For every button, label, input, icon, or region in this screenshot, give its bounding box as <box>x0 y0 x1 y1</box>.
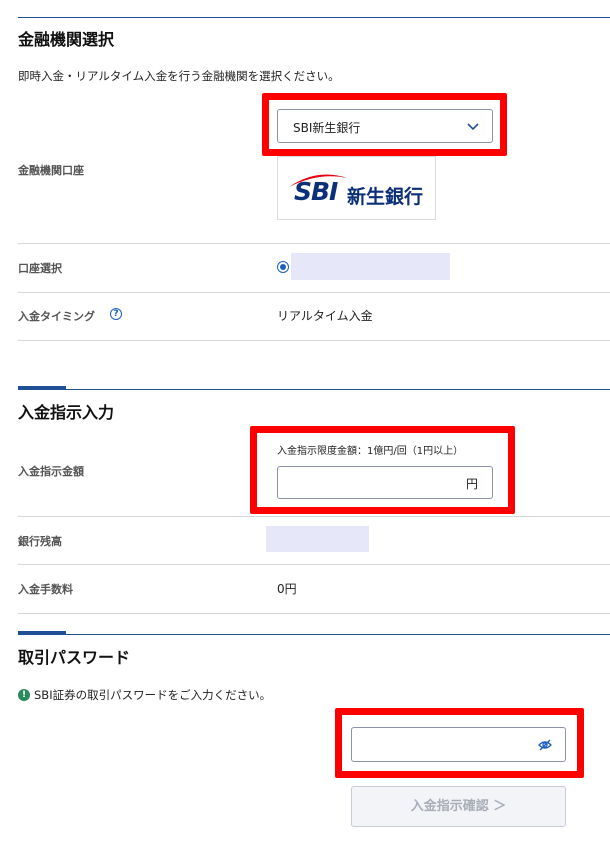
bank-logo: SBI 新生銀行 <box>277 156 436 220</box>
bank-select[interactable]: SBI新生銀行 <box>277 109 493 143</box>
bank-balance-label: 銀行残高 <box>18 535 62 548</box>
row-divider <box>18 564 610 565</box>
section-divider <box>18 634 610 635</box>
timing-value: リアルタイム入金 <box>277 309 373 323</box>
timing-label: 入金タイミング <box>18 310 95 323</box>
question-circle-icon[interactable]: ? <box>110 308 122 320</box>
row-divider <box>18 613 610 614</box>
bank-logo-mark: SBI <box>294 177 338 206</box>
row-divider <box>18 516 610 517</box>
account-masked-field <box>291 253 450 280</box>
currency-unit: 円 <box>465 477 478 491</box>
bank-balance-masked <box>266 526 369 552</box>
row-divider <box>18 340 610 341</box>
section-divider <box>18 389 610 390</box>
bank-logo-name: 新生銀行 <box>347 186 424 208</box>
amount-input[interactable]: 円 <box>277 466 493 499</box>
fee-value: 0円 <box>277 582 297 596</box>
section-divider <box>18 17 610 18</box>
eye-off-icon[interactable] <box>538 738 552 752</box>
account-radio[interactable] <box>277 261 289 273</box>
amount-limit-text: 入金指示限度金額：1億円/回（1円以上） <box>277 446 464 457</box>
bank-account-label: 金融機関口座 <box>18 164 84 177</box>
password-input[interactable] <box>351 727 566 762</box>
amount-label: 入金指示金額 <box>18 465 84 478</box>
row-divider <box>18 292 610 293</box>
chevron-down-icon <box>467 123 479 131</box>
row-divider <box>18 243 610 244</box>
bank-section-title: 金融機関選択 <box>18 30 115 49</box>
password-info-text: SBI証券の取引パスワードをご入力ください。 <box>34 688 272 702</box>
account-select-label: 口座選択 <box>18 262 62 275</box>
exclamation-circle-icon: ! <box>18 689 30 701</box>
password-section-title: 取引パスワード <box>18 648 131 667</box>
deposit-section-title: 入金指示入力 <box>18 403 115 422</box>
fee-label: 入金手数料 <box>18 583 73 596</box>
bank-section-description: 即時入金・リアルタイム入金を行う金融機関を選択ください。 <box>18 69 340 83</box>
confirm-deposit-button[interactable]: 入金指示確認 ＞ <box>351 786 566 827</box>
bank-select-value: SBI新生銀行 <box>293 121 361 135</box>
